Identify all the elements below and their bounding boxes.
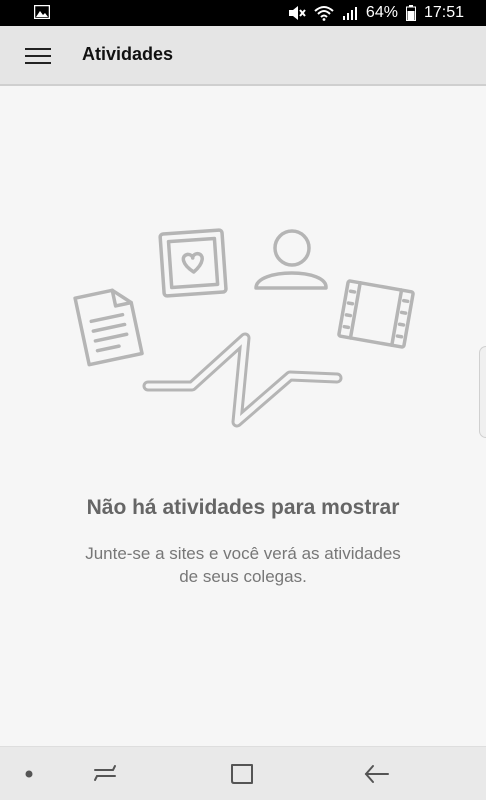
film-strip-icon [337, 279, 415, 349]
wifi-icon [314, 6, 334, 21]
empty-state-title: Não há atividades para mostrar [86, 496, 400, 519]
photo-heart-icon [158, 228, 228, 298]
navigation-bar [0, 746, 486, 800]
status-right: 64% 17:51 [288, 3, 464, 23]
mute-icon [288, 6, 306, 20]
back-icon[interactable] [362, 761, 392, 787]
page-title: Atividades [82, 44, 174, 64]
recent-apps-icon[interactable] [90, 761, 120, 787]
empty-state-subtitle-line1: Junte-se a sites e você verá as atividad… [85, 544, 401, 563]
battery-icon [405, 5, 416, 21]
battery-percent: 64% [365, 4, 398, 21]
person-icon [254, 229, 328, 290]
dot-icon[interactable] [14, 761, 44, 787]
signal-icon [342, 7, 357, 20]
app-bar: Atividades [0, 26, 486, 86]
empty-state-illustration [73, 228, 415, 428]
clock: 17:51 [423, 4, 464, 21]
hamburger-menu-icon[interactable] [20, 39, 56, 73]
gallery-icon [34, 5, 50, 19]
activity-pulse-icon [142, 332, 343, 428]
empty-state-subtitle-line2: de seus colegas. [179, 567, 307, 586]
empty-state-subtitle: Junte-se a sites e você verá as atividad… [40, 542, 446, 588]
status-bar: 64% 17:51 [0, 0, 486, 26]
document-icon [73, 288, 144, 367]
edge-panel-handle[interactable] [479, 346, 486, 438]
home-icon[interactable] [227, 761, 257, 787]
